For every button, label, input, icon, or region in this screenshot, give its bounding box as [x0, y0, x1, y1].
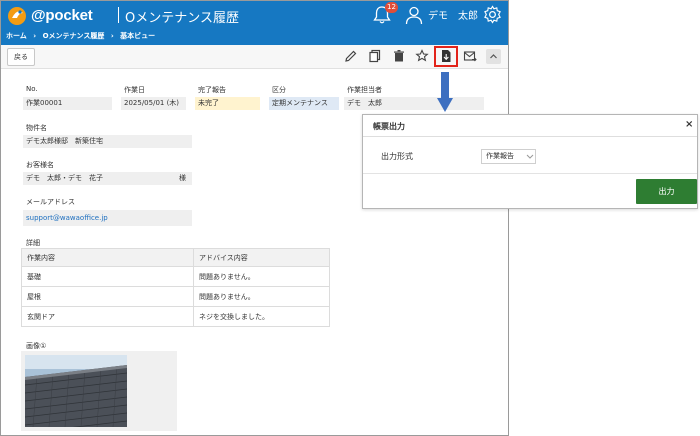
output-button[interactable]: 出力 — [636, 179, 697, 204]
logo-text: @pocket — [31, 7, 93, 24]
customer-suffix: 様 — [179, 174, 186, 182]
table-cell: 玄関ドア — [21, 306, 194, 327]
status-value: 未完了 — [195, 97, 260, 110]
customer-names: デモ 太郎・デモ 花子 — [26, 174, 103, 182]
top-bar: @pocket Oメンテナンス履歴 12 デモ 太郎 ホーム › Oメンテナンス… — [1, 1, 508, 45]
no-label: No. — [26, 85, 38, 93]
export-highlight-box — [434, 46, 458, 67]
back-button[interactable]: 戻る — [7, 48, 35, 66]
table-cell: 問題ありません。 — [193, 266, 330, 287]
table-row: 玄関ドア ネジを交換しました。 — [21, 306, 330, 327]
copy-icon[interactable] — [368, 49, 382, 63]
table-cell: ネジを交換しました。 — [193, 306, 330, 327]
roof-photo[interactable] — [25, 355, 127, 427]
date-label: 作業日 — [124, 86, 145, 94]
trash-icon[interactable] — [392, 49, 406, 63]
user-icon[interactable] — [404, 5, 424, 25]
pencil-icon[interactable] — [344, 49, 358, 63]
table-header-row: 作業内容 アドバイス内容 — [21, 248, 330, 267]
category-value: 定期メンテナンス — [269, 97, 339, 110]
category-label: 区分 — [272, 86, 286, 94]
customer-value: デモ 太郎・デモ 花子 様 — [23, 172, 192, 185]
breadcrumb-separator: › — [110, 32, 114, 40]
output-format-value: 作業報告 — [486, 152, 514, 160]
dialog-divider — [363, 173, 697, 174]
email-link[interactable]: support@wawaoffice.jp — [23, 210, 192, 226]
property-label: 物件名 — [26, 124, 47, 132]
table-cell: 屋根 — [21, 286, 194, 307]
table-cell: 問題ありません。 — [193, 286, 330, 307]
column-header-work: 作業内容 — [21, 248, 194, 267]
notification-badge: 12 — [385, 2, 398, 13]
status-label: 完了報告 — [198, 86, 226, 94]
column-header-advice: アドバイス内容 — [193, 248, 330, 267]
property-value: デモ太郎様邸 新築住宅 — [23, 135, 192, 148]
dialog-title: 帳票出力 — [373, 122, 405, 131]
image-label: 画像① — [26, 342, 47, 350]
image-field — [21, 351, 177, 431]
date-value: 2025/05/01 (木) — [121, 97, 186, 110]
star-icon[interactable] — [415, 49, 429, 63]
customer-label: お客様名 — [26, 161, 54, 169]
assignee-value: デモ 太郎 — [344, 97, 484, 110]
table-row: 屋根 問題ありません。 — [21, 286, 330, 307]
email-label: メールアドレス — [26, 198, 75, 206]
app-title: Oメンテナンス履歴 — [125, 11, 239, 26]
user-name[interactable]: デモ 太郎 — [428, 7, 478, 22]
report-output-dialog: 帳票出力 × 出力形式 作業報告 出力 — [362, 114, 698, 209]
breadcrumb: ホーム › Oメンテナンス履歴 › 基本ビュー — [6, 31, 159, 41]
chevron-down-icon — [526, 151, 534, 168]
details-table: 作業内容 アドバイス内容 基礎 問題ありません。 屋根 問題ありません。 玄関ド… — [21, 248, 330, 327]
dialog-header: 帳票出力 × — [363, 115, 697, 137]
breadcrumb-separator: › — [33, 32, 37, 40]
app-window: @pocket Oメンテナンス履歴 12 デモ 太郎 ホーム › Oメンテナンス… — [0, 0, 509, 436]
record-toolbar: 戻る — [1, 45, 508, 69]
gear-icon[interactable] — [483, 5, 502, 24]
output-format-select[interactable]: 作業報告 — [481, 149, 536, 164]
breadcrumb-home[interactable]: ホーム — [6, 32, 27, 40]
breadcrumb-app[interactable]: Oメンテナンス履歴 — [43, 32, 105, 40]
collapse-button[interactable] — [486, 49, 501, 64]
table-row: 基礎 問題ありません。 — [21, 266, 330, 287]
chevron-up-icon — [490, 54, 497, 59]
breadcrumb-view: 基本ビュー — [120, 32, 156, 40]
no-value: 作業00001 — [23, 97, 112, 110]
mail-icon[interactable] — [463, 49, 477, 63]
details-label: 詳細 — [26, 239, 40, 247]
logo-icon — [8, 7, 26, 25]
assignee-label: 作業担当者 — [347, 86, 382, 94]
down-arrow-annotation — [437, 72, 453, 112]
table-cell: 基礎 — [21, 266, 194, 287]
close-icon[interactable]: × — [685, 119, 693, 130]
output-format-label: 出力形式 — [381, 152, 413, 161]
title-separator — [118, 7, 119, 23]
